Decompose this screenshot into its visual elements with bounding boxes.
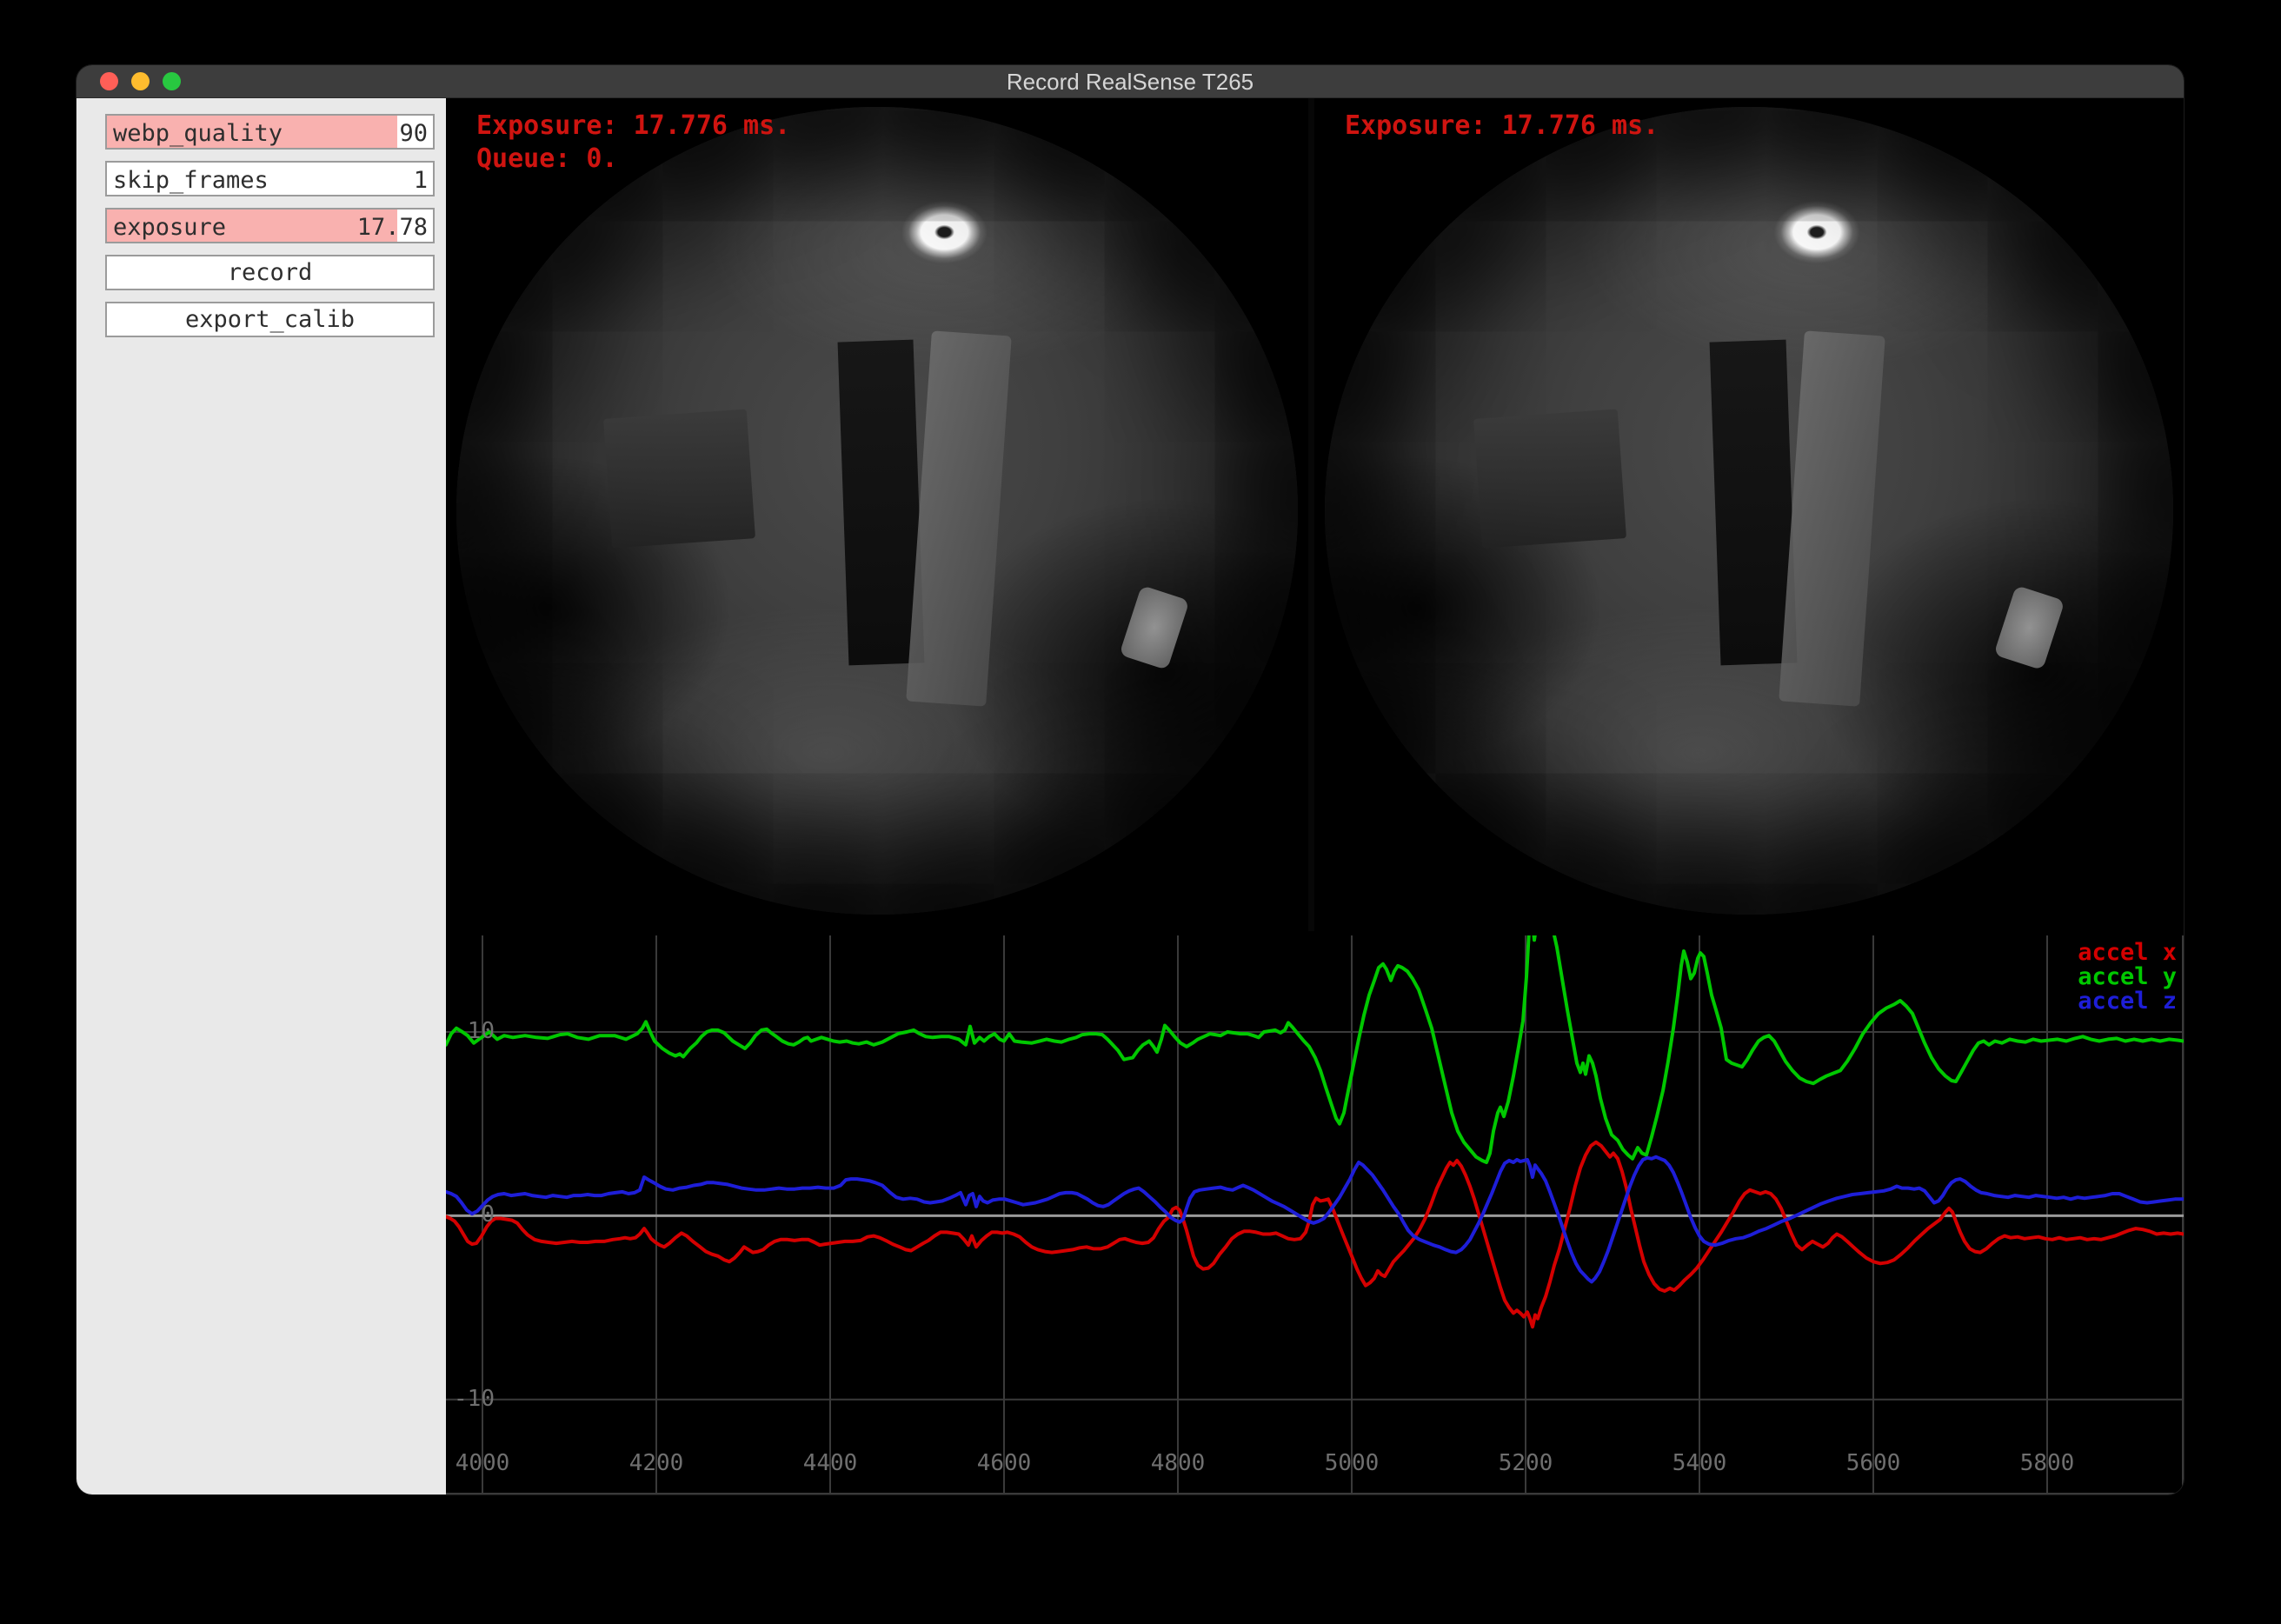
x-tick-label: 5400 bbox=[1660, 1450, 1739, 1476]
pane-divider bbox=[1308, 98, 1314, 931]
x-tick-label: 5800 bbox=[2008, 1450, 2086, 1476]
fisheye-left-view: Exposure: 17.776 ms.Queue: 0. bbox=[446, 98, 1308, 931]
trackbar-webp-quality-value: 90 bbox=[399, 120, 428, 147]
window-content: webp_quality 90 skip_frames 1 exposure 1… bbox=[76, 98, 2184, 1494]
x-tick-label: 4600 bbox=[965, 1450, 1043, 1476]
right-exposure-text: Exposure: 17.776 ms. bbox=[1345, 110, 1659, 141]
x-tick-label: 4200 bbox=[617, 1450, 695, 1476]
left-exposure-overlay: Exposure: 17.776 ms.Queue: 0. bbox=[476, 110, 790, 176]
accel-chart bbox=[446, 935, 2184, 1494]
dresser-shape bbox=[603, 409, 755, 548]
title-bar[interactable]: Record RealSense T265 bbox=[76, 65, 2184, 98]
trackbar-skip-frames[interactable]: skip_frames 1 bbox=[105, 161, 435, 196]
trackbar-webp-quality-label: webp_quality bbox=[113, 120, 283, 147]
y-tick-label: -10 bbox=[446, 1386, 495, 1412]
x-tick-label: 4000 bbox=[443, 1450, 522, 1476]
x-tick-label: 5600 bbox=[1834, 1450, 1912, 1476]
legend-accel-y: accel y bbox=[2078, 965, 2177, 989]
export-calib-button[interactable]: export_calib bbox=[105, 302, 435, 337]
fisheye-left-image bbox=[456, 107, 1298, 915]
trackbar-exposure-value: 17.78 bbox=[357, 214, 428, 241]
trackbar-skip-frames-value: 1 bbox=[414, 167, 428, 194]
fisheye-right-image bbox=[1325, 107, 2173, 915]
x-tick-label: 5200 bbox=[1486, 1450, 1565, 1476]
app-window: Record RealSense T265 webp_quality 90 sk… bbox=[76, 65, 2184, 1494]
legend-accel-z: accel z bbox=[2078, 989, 2177, 1014]
pillow-shape bbox=[1120, 585, 1190, 669]
legend-accel-x: accel x bbox=[2078, 941, 2177, 965]
desktop: { "window": { "title": "Record RealSense… bbox=[0, 0, 2281, 1624]
y-tick-label: 0 bbox=[446, 1201, 495, 1228]
door-shape bbox=[907, 330, 1013, 707]
fisheye-right-view: Exposure: 17.776 ms. bbox=[1314, 98, 2184, 931]
left-exposure-text: Exposure: 17.776 ms. bbox=[476, 110, 790, 141]
door-shape bbox=[1779, 330, 1885, 707]
x-tick-label: 5000 bbox=[1313, 1450, 1391, 1476]
window-title: Record RealSense T265 bbox=[76, 69, 2184, 96]
dresser-shape bbox=[1473, 409, 1626, 548]
y-tick-label: 10 bbox=[446, 1018, 495, 1044]
left-queue-text: Queue: 0. bbox=[476, 143, 618, 174]
x-tick-label: 4800 bbox=[1139, 1450, 1217, 1476]
control-sidebar: webp_quality 90 skip_frames 1 exposure 1… bbox=[76, 98, 446, 1494]
trackbar-webp-quality[interactable]: webp_quality 90 bbox=[105, 114, 435, 150]
trackbar-exposure-label: exposure bbox=[113, 214, 226, 241]
accel-plot: 10 0 -10 4000 4200 4400 4600 4800 5000 5200 5400 5… bbox=[446, 935, 2184, 1494]
trackbar-skip-frames-label: skip_frames bbox=[113, 167, 269, 194]
trackbar-exposure[interactable]: exposure 17.78 bbox=[105, 208, 435, 243]
chart-legend: accel x accel y accel z bbox=[2078, 941, 2177, 1014]
right-exposure-overlay: Exposure: 17.776 ms. bbox=[1345, 110, 1659, 143]
pillow-shape bbox=[1993, 585, 2065, 670]
x-tick-label: 4400 bbox=[791, 1450, 869, 1476]
record-button[interactable]: record bbox=[105, 255, 435, 290]
